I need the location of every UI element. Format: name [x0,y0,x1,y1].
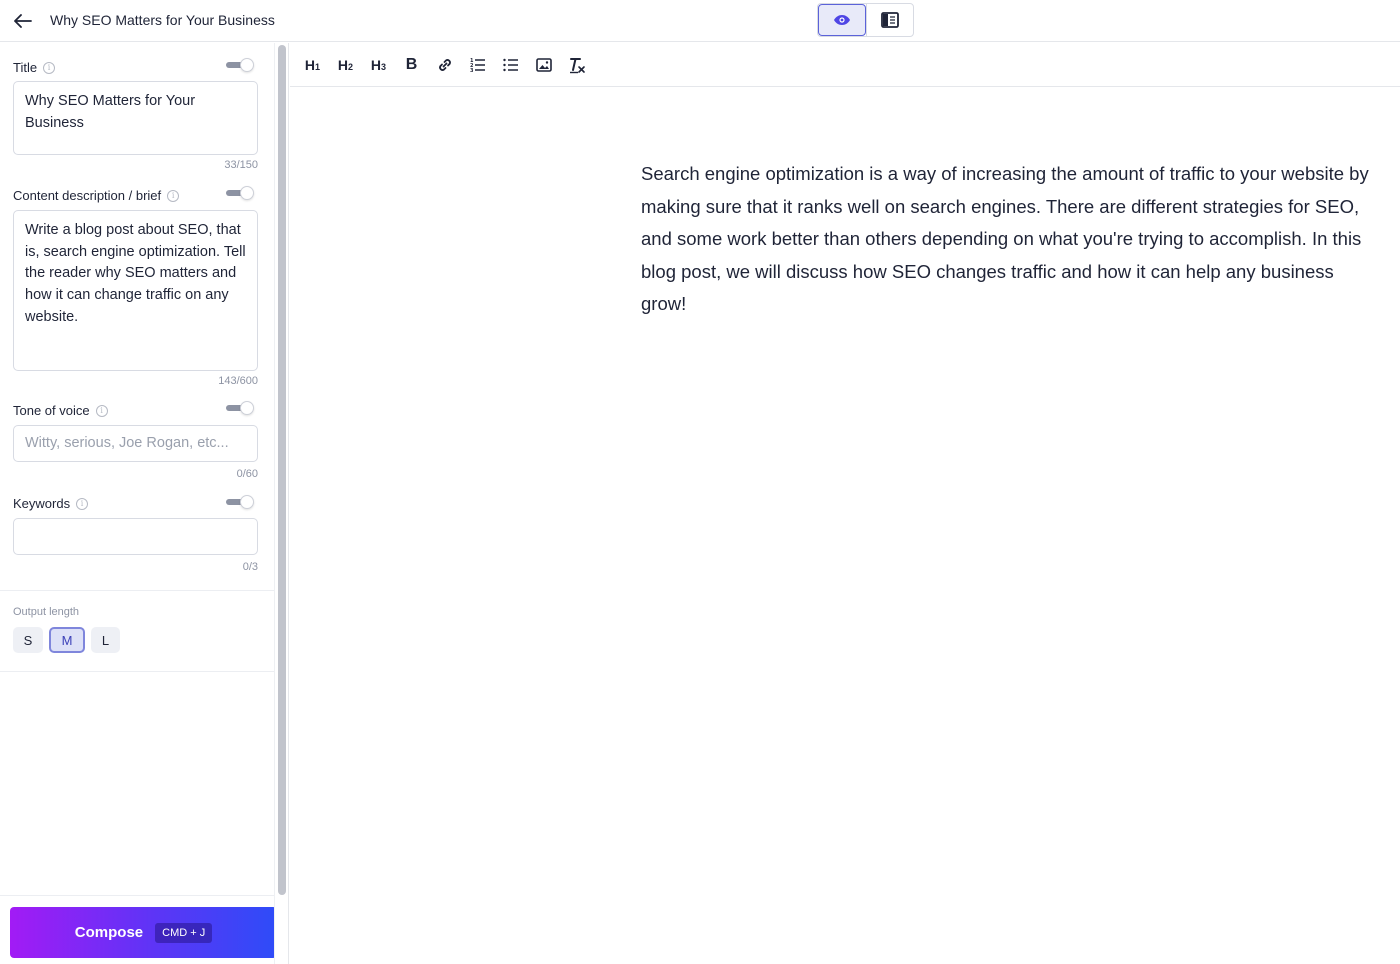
heading-1-icon: H1 [305,57,320,73]
eye-icon [833,15,850,25]
clear-formatting-button[interactable] [562,50,591,79]
preview-view-button[interactable] [818,4,866,36]
section-divider [0,671,274,672]
toggle-knob [240,495,254,509]
scrollbar-thumb[interactable] [278,45,286,895]
sidebar-panel-icon [880,12,899,28]
compose-label: Compose [74,924,144,941]
title-label: Title [13,60,38,75]
title-input[interactable]: Why SEO Matters for Your Business [13,81,258,155]
toggle-knob [240,58,254,72]
heading-letter: H [337,56,349,73]
sidebar-layout-button[interactable] [865,4,914,36]
heading-3-icon: H3 [371,57,386,73]
length-option-small[interactable]: S [13,627,43,653]
toggle-knob [240,401,254,415]
heading-level: 2 [348,61,354,72]
description-counter: 143/600 [218,375,258,387]
footer-divider [0,895,274,896]
ordered-list-icon: 1 2 3 [470,58,485,73]
keywords-label-row: Keywords i [13,496,89,511]
toggle-knob [240,186,254,200]
compose-button[interactable]: Compose CMD + J [10,907,277,958]
bullet-list-button[interactable] [496,50,525,79]
link-icon [438,58,451,71]
keywords-counter: 0/3 [242,561,258,573]
view-mode-toggle [817,3,914,37]
keyboard-shortcut-badge: CMD + J [155,922,213,943]
tone-input[interactable]: Witty, serious, Joe Rogan, etc... [13,425,258,462]
title-toggle[interactable] [226,58,255,72]
heading-letter: H [370,56,382,73]
link-button[interactable] [430,50,459,79]
output-length-label: Output length [13,606,80,618]
tone-toggle[interactable] [226,401,255,415]
info-icon[interactable]: i [43,61,56,74]
heading-level: 3 [381,61,387,72]
heading-3-button[interactable]: H3 [364,50,393,79]
heading-2-icon: H2 [338,57,353,73]
panel-scrollbar[interactable] [274,43,289,964]
settings-panel: Title i Why SEO Matters for Your Busines… [0,43,274,964]
keywords-toggle[interactable] [226,495,255,509]
heading-level: 1 [315,61,321,72]
title-counter: 33/150 [224,159,258,171]
keywords-label: Keywords [13,496,71,511]
info-icon[interactable]: i [76,497,89,510]
section-divider [0,590,274,591]
image-button[interactable] [529,50,558,79]
editor-content[interactable]: Search engine optimization is a way of i… [641,158,1381,321]
tone-counter: 0/60 [236,468,258,480]
description-label: Content description / brief [13,188,162,203]
length-option-large[interactable]: L [91,627,120,653]
tone-label: Tone of voice [13,403,90,418]
info-icon[interactable]: i [167,189,180,202]
description-textarea[interactable]: Write a blog post about SEO, that is, se… [13,210,258,371]
heading-1-button[interactable]: H1 [298,50,327,79]
description-label-row: Content description / brief i [13,188,180,203]
info-icon[interactable]: i [95,404,108,417]
bullet-list-icon [502,58,518,71]
top-bar: Why SEO Matters for Your Business [0,0,1400,42]
document-title: Why SEO Matters for Your Business [50,12,275,28]
bold-icon: B [405,55,418,73]
tone-label-row: Tone of voice i [13,403,108,418]
heading-letter: H [304,56,316,73]
ordered-list-button[interactable]: 1 2 3 [463,50,492,79]
arrow-left-icon [14,14,32,28]
keywords-input[interactable] [13,518,258,555]
clear-formatting-icon [569,57,585,73]
length-option-medium[interactable]: M [49,627,85,653]
heading-2-button[interactable]: H2 [331,50,360,79]
back-button[interactable] [10,8,36,34]
svg-text:3: 3 [470,68,474,73]
description-toggle[interactable] [226,186,255,200]
image-icon [535,57,552,72]
editor-toolbar: H1 H2 H3 B 1 2 3 [290,43,1400,87]
bold-button[interactable]: B [397,50,426,79]
title-label-row: Title i [13,60,56,75]
